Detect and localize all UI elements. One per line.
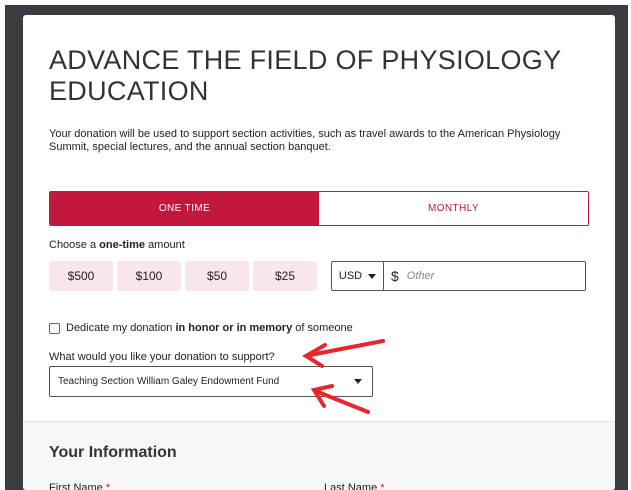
page-title: ADVANCE THE FIELD OF PHYSIOLOGY EDUCATIO… bbox=[49, 45, 561, 106]
currency-value: USD bbox=[338, 270, 363, 282]
amount-options: $500 $100 $50 $25 bbox=[49, 261, 317, 291]
choose-amount-label: Choose a one-time amount bbox=[49, 239, 185, 251]
support-fund-value: Teaching Section William Galey Endowment… bbox=[58, 376, 280, 387]
other-amount-input[interactable]: Other bbox=[407, 270, 435, 282]
caret-down-icon bbox=[368, 273, 377, 279]
donation-card: ADVANCE THE FIELD OF PHYSIOLOGY EDUCATIO… bbox=[23, 15, 615, 490]
amount-100-button[interactable]: $100 bbox=[117, 261, 181, 291]
choose-suffix: amount bbox=[148, 239, 185, 251]
required-marker: * bbox=[105, 482, 111, 490]
last-name-text: Last Name bbox=[324, 482, 378, 490]
monthly-button[interactable]: MONTHLY bbox=[319, 192, 588, 225]
last-name-label: Last Name * bbox=[324, 482, 385, 490]
custom-amount-field: USD $ Other bbox=[331, 261, 586, 291]
amount-500-button[interactable]: $500 bbox=[49, 261, 113, 291]
your-information-title: Your Information bbox=[49, 444, 177, 461]
dedicate-bold: in honor or in memory bbox=[175, 322, 293, 334]
your-information-section: Your Information First Name * Last Name … bbox=[23, 422, 615, 490]
first-name-text: First Name bbox=[49, 482, 103, 490]
required-marker: * bbox=[380, 482, 385, 490]
choose-prefix: Choose a bbox=[49, 239, 97, 251]
currency-select[interactable]: USD bbox=[332, 262, 384, 290]
dedicate-prefix: Dedicate my donation bbox=[66, 322, 173, 334]
dollar-sign: $ bbox=[391, 268, 399, 284]
choose-bold: one-time bbox=[99, 239, 145, 251]
page-description: Your donation will be used to support se… bbox=[49, 128, 561, 153]
one-time-button[interactable]: ONE TIME bbox=[50, 192, 319, 225]
first-name-label: First Name * bbox=[49, 482, 110, 490]
frequency-toggle: ONE TIME MONTHLY bbox=[49, 191, 589, 226]
amount-50-button[interactable]: $50 bbox=[185, 261, 249, 291]
caret-down-icon bbox=[354, 379, 362, 384]
dedicate-suffix: of someone bbox=[295, 322, 353, 334]
dedicate-checkbox[interactable] bbox=[49, 322, 60, 334]
support-fund-select[interactable]: Teaching Section William Galey Endowment… bbox=[49, 366, 373, 397]
dedicate-row: Dedicate my donation in honor or in memo… bbox=[49, 322, 353, 334]
dedicate-label: Dedicate my donation in honor or in memo… bbox=[66, 322, 353, 334]
support-question: What would you like your donation to sup… bbox=[49, 351, 275, 363]
amount-25-button[interactable]: $25 bbox=[253, 261, 317, 291]
